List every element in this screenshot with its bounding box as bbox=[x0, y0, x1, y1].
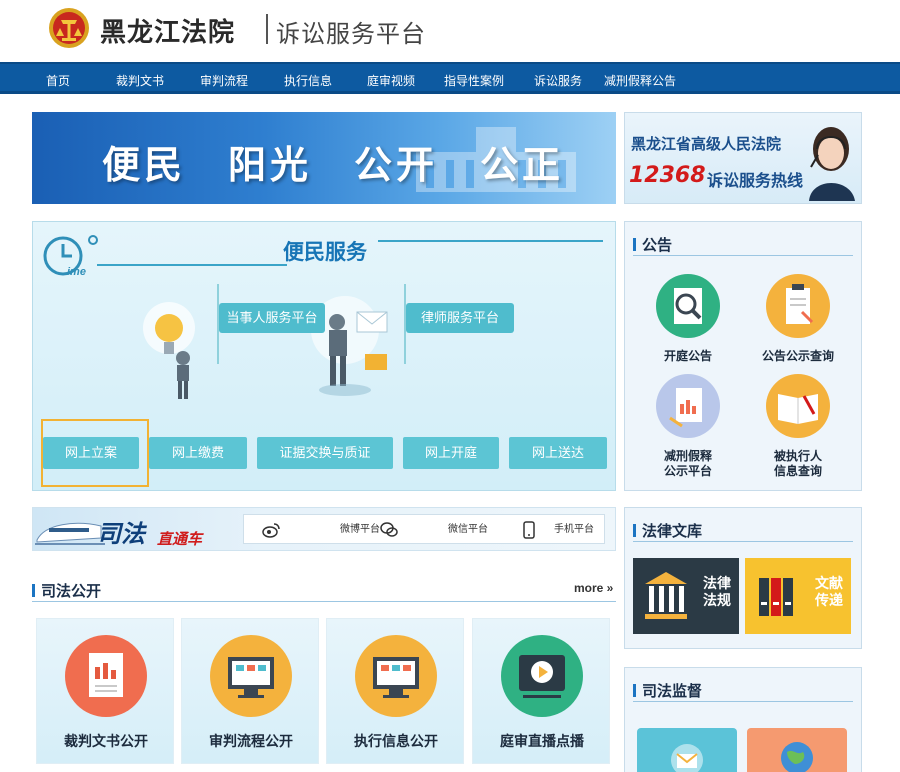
nav-item-commutation[interactable]: 减刑假释公告 bbox=[604, 72, 676, 89]
trial-process-open-card[interactable]: 审判流程公开 bbox=[181, 618, 319, 764]
nav-item-home[interactable]: 首页 bbox=[46, 72, 70, 89]
wechat-platform-link[interactable]: 微信平台 bbox=[448, 515, 488, 545]
execution-open-card[interactable]: 执行信息公开 bbox=[326, 618, 464, 764]
more-link[interactable]: more » bbox=[574, 581, 613, 595]
magnifier-document-icon bbox=[656, 274, 720, 338]
lawyer-service-platform-link[interactable]: 律师服务平台 bbox=[406, 303, 514, 333]
court-emblem-icon[interactable] bbox=[48, 6, 90, 50]
nav-item-guiding-cases[interactable]: 指导性案例 bbox=[444, 72, 504, 89]
convenience-service-panel: ime 便民服务 当事人服务平台 律师服务平台 网上立案 网上缴费 证据交换与质… bbox=[32, 221, 616, 491]
notice-panel: 公告 开庭公告 公告公示查询 减刑假释 公示平台 被执行人 信息查询 bbox=[624, 221, 862, 491]
law-tile-label: 文献 传递 bbox=[815, 576, 843, 609]
title-underline bbox=[97, 264, 287, 266]
laws-regulations-tile[interactable]: 法律 法规 bbox=[633, 558, 739, 634]
idea-person-icon bbox=[143, 302, 195, 399]
document-icon bbox=[65, 635, 147, 717]
hotline-number: 12368 bbox=[629, 163, 706, 188]
wechat-icon[interactable] bbox=[380, 521, 398, 539]
card-label: 审判流程公开 bbox=[209, 734, 293, 750]
supervision-tile-mail[interactable] bbox=[637, 728, 737, 772]
mobile-platform-link[interactable]: 手机平台 bbox=[554, 515, 594, 545]
evidence-exchange-button[interactable]: 证据交换与质证 bbox=[257, 437, 393, 469]
monitor-icon bbox=[355, 635, 437, 717]
nav-item-trial-video[interactable]: 庭审视频 bbox=[367, 72, 415, 89]
open-book-icon bbox=[766, 374, 830, 438]
hotline-banner[interactable]: 黑龙江省高级人民法院 12368 诉讼服务热线 bbox=[624, 112, 862, 204]
law-library-title: 法律文库 bbox=[642, 522, 703, 540]
notice-query-link[interactable]: 公告公示查询 bbox=[743, 274, 853, 364]
monitor-icon bbox=[210, 635, 292, 717]
service-agent-icon bbox=[809, 127, 855, 201]
weibo-icon[interactable] bbox=[262, 521, 280, 539]
law-library-heading: 法律文库 bbox=[633, 518, 853, 542]
strip-subtitle: 直通车 bbox=[157, 530, 203, 548]
clock-time-word: ime bbox=[67, 266, 86, 278]
heading-marker bbox=[32, 584, 35, 597]
notice-heading: 公告 bbox=[633, 232, 853, 256]
site-header: 黑龙江法院 诉讼服务平台 bbox=[0, 0, 900, 62]
heading-marker bbox=[633, 238, 636, 251]
nav-item-trial-process[interactable]: 审判流程 bbox=[200, 72, 248, 89]
selection-highlight bbox=[41, 419, 149, 487]
hearing-notice-link[interactable]: 开庭公告 bbox=[633, 274, 743, 364]
courthouse-icon bbox=[645, 572, 687, 619]
banner-slogan: 便民 阳光 公开 公正 bbox=[102, 143, 565, 187]
hotline-label: 诉讼服务热线 bbox=[707, 171, 804, 190]
title-overline bbox=[378, 240, 603, 242]
site-name[interactable]: 黑龙江法院 bbox=[100, 12, 235, 49]
notice-title: 公告 bbox=[642, 236, 673, 254]
online-payment-button[interactable]: 网上缴费 bbox=[149, 437, 247, 469]
judicial-open-heading: 司法公开 bbox=[32, 578, 616, 602]
platform-links: 微博平台 微信平台 手机平台 bbox=[243, 514, 605, 544]
train-icon bbox=[35, 522, 105, 545]
heading-marker bbox=[633, 524, 636, 537]
header-divider bbox=[266, 14, 268, 44]
notice-label: 开庭公告 bbox=[663, 349, 712, 363]
site-subtitle: 诉讼服务平台 bbox=[276, 20, 426, 48]
service-title: 便民服务 bbox=[283, 240, 367, 264]
nav-item-execution[interactable]: 执行信息 bbox=[284, 72, 332, 89]
nav-item-litigation-service[interactable]: 诉讼服务 bbox=[534, 72, 582, 89]
judicial-open-title: 司法公开 bbox=[41, 582, 102, 600]
law-library-panel: 法律文库 法律 法规 文献 传递 bbox=[624, 507, 862, 649]
supervision-heading: 司法监督 bbox=[633, 678, 853, 702]
clipboard-icon bbox=[766, 274, 830, 338]
main-nav: 首页 裁判文书 审判流程 执行信息 庭审视频 指导性案例 诉讼服务 减刑假释公告 bbox=[0, 62, 900, 94]
judicial-express-strip: 司法 直通车 微博平台 微信平台 手机平台 bbox=[32, 507, 616, 551]
debtor-query-link[interactable]: 被执行人 信息查询 bbox=[743, 374, 853, 479]
supervision-tile-globe[interactable] bbox=[747, 728, 847, 772]
notice-label: 被执行人 信息查询 bbox=[773, 449, 822, 478]
weibo-platform-link[interactable]: 微博平台 bbox=[340, 515, 380, 545]
supervision-title: 司法监督 bbox=[642, 682, 703, 700]
globe-icon bbox=[781, 742, 813, 772]
strip-title: 司法 bbox=[97, 519, 145, 548]
report-chart-icon bbox=[656, 374, 720, 438]
slogan-banner[interactable]: 便民 阳光 公开 公正 bbox=[32, 112, 616, 204]
envelope-icon bbox=[671, 744, 703, 772]
mobile-phone-icon[interactable] bbox=[520, 521, 538, 539]
hotline-court-name: 黑龙江省高级人民法院 bbox=[631, 135, 782, 153]
commutation-publicity-link[interactable]: 减刑假释 公示平台 bbox=[633, 374, 743, 479]
party-service-platform-link[interactable]: 当事人服务平台 bbox=[219, 303, 325, 333]
video-play-icon bbox=[501, 635, 583, 717]
online-hearing-button[interactable]: 网上开庭 bbox=[403, 437, 499, 469]
judgment-open-card[interactable]: 裁判文书公开 bbox=[36, 618, 174, 764]
notice-label: 减刑假释 公示平台 bbox=[663, 449, 712, 478]
law-tile-label: 法律 法规 bbox=[703, 576, 731, 609]
notice-label: 公告公示查询 bbox=[761, 349, 834, 363]
card-label: 庭审直播点播 bbox=[500, 734, 584, 750]
binders-icon bbox=[759, 578, 793, 616]
heading-marker bbox=[633, 684, 636, 697]
card-label: 执行信息公开 bbox=[354, 734, 438, 750]
trial-live-card[interactable]: 庭审直播点播 bbox=[472, 618, 610, 764]
supervision-panel: 司法监督 bbox=[624, 667, 862, 772]
online-delivery-button[interactable]: 网上送达 bbox=[509, 437, 607, 469]
document-delivery-tile[interactable]: 文献 传递 bbox=[745, 558, 851, 634]
card-label: 裁判文书公开 bbox=[64, 734, 148, 750]
nav-item-judgments[interactable]: 裁判文书 bbox=[116, 72, 164, 89]
